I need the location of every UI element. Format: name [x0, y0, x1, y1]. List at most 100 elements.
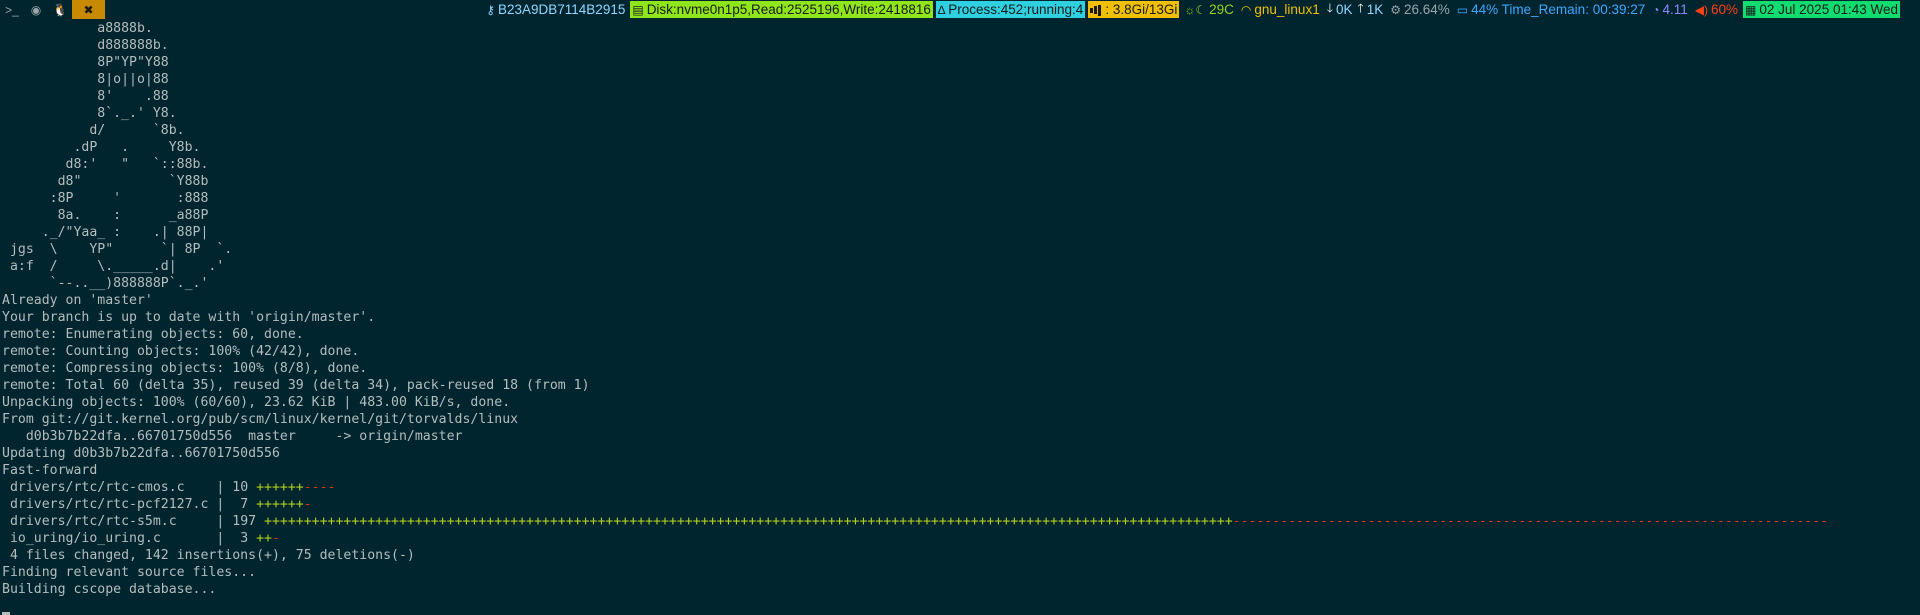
diffstat-insertions: ++++++++++++++++++++++++++++++++++++++++… — [264, 514, 1233, 529]
calendar-icon: ▦ — [1745, 2, 1757, 17]
ascii-art-line: d/ `8b. — [2, 123, 185, 138]
load-text: 4.11 — [1662, 2, 1688, 17]
output-line: remote: Counting objects: 100% (42/42), … — [2, 344, 360, 359]
battery-icon: ▭ — [1456, 2, 1469, 17]
diffstat-deletions: - — [303, 497, 312, 512]
diffstat-deletions: ----------------------------------------… — [1232, 514, 1829, 529]
output-line: Your branch is up to date with 'origin/m… — [2, 310, 376, 325]
output-line: Unpacking objects: 100% (60/60), 23.62 K… — [2, 395, 511, 410]
diffstat-file: drivers/rtc/rtc-s5m.c — [2, 514, 217, 529]
output-line: remote: Enumerating objects: 60, done. — [2, 327, 304, 342]
diffstat-deletions: - — [271, 531, 280, 546]
diffstat-file: drivers/rtc/rtc-cmos.c — [2, 480, 217, 495]
battery-text: 44% Time_Remain: 00:39:27 — [1471, 2, 1646, 17]
gauge-icon: ◔ — [1652, 2, 1660, 17]
diffstat-row: drivers/rtc/rtc-s5m.c | 197 ++++++++++++… — [2, 513, 1920, 530]
output-line: Updating d0b3b7b22dfa..66701750d556 — [2, 446, 280, 461]
ascii-art-line: :8P ' :888 — [2, 191, 209, 206]
upload-text: 1K — [1366, 2, 1384, 17]
diffstat-insertions: ++ — [256, 531, 272, 546]
diffstat-count: | 10 — [216, 480, 257, 495]
ascii-art-line: d888888b. — [2, 38, 169, 53]
ascii-art-line: 8`._.' Y8. — [2, 106, 177, 121]
ascii-art-line: .dP . Y8b. — [2, 140, 201, 155]
process-indicator: ∆ Process:452;running:4 — [935, 1, 1086, 18]
ascii-art-line: d8:' " `::88b. — [2, 157, 209, 172]
top-panel: >_ ◉ 🐧 ✖ ⚷ B23A9DB7114B2915 ▤ Disk:nvme0n1p… — [0, 0, 1920, 19]
cpu-indicator: ⚙ 26.64% — [1388, 1, 1452, 18]
process-text: Process:452;running:4 — [948, 2, 1084, 17]
ascii-art-line: `--..__)888888P`._.' — [2, 276, 209, 291]
wifi-text: gnu_linux1 — [1254, 2, 1320, 17]
ascii-art-line: a:f / \._____.d| .' — [2, 259, 225, 274]
output-line: 4 files changed, 142 insertions(+), 75 d… — [2, 548, 415, 563]
output-line: Finding relevant source files... — [2, 565, 257, 580]
workspace-terminal-icon[interactable]: >_ — [0, 0, 24, 19]
memory-indicator: : 3.8Gi/13Gi — [1088, 1, 1180, 18]
workspace-browser-icon[interactable]: ◉ — [24, 0, 48, 19]
volume-text: 60% — [1711, 2, 1739, 17]
wifi-icon: ◠ — [1240, 2, 1252, 17]
ascii-art-line: 8|o||o|88 — [2, 72, 169, 87]
bar-chart-icon — [1090, 3, 1102, 17]
gpg-key-indicator: ⚷ B23A9DB7114B2915 — [484, 1, 627, 18]
output-line: Already on 'master' — [2, 293, 153, 308]
upload-icon: 🡑 — [1357, 1, 1364, 15]
diffstat-insertions: ++++++ — [256, 497, 304, 512]
ascii-art-line: d8" `Y88b — [2, 174, 209, 189]
diffstat-count: | 7 — [216, 497, 257, 512]
diffstat-row: drivers/rtc/rtc-cmos.c | 10 ++++++---- — [2, 479, 1920, 496]
output-line: From git://git.kernel.org/pub/scm/linux/… — [2, 412, 519, 427]
terminal-icon: >_ — [5, 2, 19, 17]
workspace-linux-icon[interactable]: 🐧 — [48, 0, 72, 19]
prompt-line[interactable] — [2, 598, 1920, 615]
temperature-indicator: ☼☾ 29C — [1182, 1, 1236, 18]
disk-indicator: ▤ Disk:nvme0n1p5,Read:2525196,Write:2418… — [630, 1, 933, 18]
ascii-art-line: a8888b. — [2, 21, 153, 36]
ascii-art-line: 8P"YP"Y88 — [2, 55, 169, 70]
diffstat-row: io_uring/io_uring.c | 3 ++- — [2, 530, 1920, 547]
output-line: Building cscope database... — [2, 582, 217, 597]
date-indicator: ▦ 02 Jul 2025 01:43 Wed — [1743, 1, 1900, 18]
workspace-tools-icon[interactable]: ✖ — [72, 0, 105, 19]
memory-text: : 3.8Gi/13Gi — [1105, 2, 1178, 17]
disk-icon: ▤ — [632, 2, 644, 17]
output-line: d0b3b7b22dfa..66701750d556 master -> ori… — [2, 429, 463, 444]
diffstat-count: | 197 — [216, 514, 265, 529]
disk-text: Disk:nvme0n1p5,Read:2525196,Write:241881… — [646, 2, 931, 17]
cpu-text: 26.64% — [1404, 2, 1450, 17]
output-line: Fast-forward — [2, 463, 98, 478]
thermometer-icon: ☼☾ — [1184, 2, 1207, 17]
network-indicator: 🡓 0K 🡑 1K — [1325, 1, 1386, 18]
ascii-art-line: 8' .88 — [2, 89, 169, 104]
ascii-art-line: jgs \ YP" `| 8P `. — [2, 242, 233, 257]
status-area: ⚷ B23A9DB7114B2915 ▤ Disk:nvme0n1p5,Read… — [481, 0, 1920, 19]
volume-indicator: ◀) 60% — [1693, 1, 1740, 18]
cpu-icon: ⚙ — [1390, 2, 1401, 17]
ascii-art-line: ._/"Yaa_ : .| 88P| — [2, 225, 209, 240]
key-icon: ⚷ — [486, 2, 495, 17]
browser-icon: ◉ — [30, 2, 42, 17]
speaker-icon: ◀) — [1694, 2, 1709, 17]
terminal-output[interactable]: a8888b. d888888b. 8P"YP"Y88 8|o||o|88 8'… — [2, 20, 1920, 615]
diffstat-count: | 3 — [216, 531, 257, 546]
download-text: 0K — [1335, 2, 1353, 17]
diffstat-insertions: ++++++ — [256, 480, 304, 495]
battery-indicator: ▭ 44% Time_Remain: 00:39:27 — [1455, 1, 1647, 18]
tools-icon: ✖ — [83, 2, 94, 17]
temperature-text: 29C — [1209, 2, 1234, 17]
download-icon: 🡓 — [1326, 1, 1333, 15]
date-text: 02 Jul 2025 01:43 Wed — [1759, 2, 1898, 17]
diffstat-file: drivers/rtc/rtc-pcf2127.c — [2, 497, 217, 512]
output-line: remote: Total 60 (delta 35), reused 39 (… — [2, 378, 590, 393]
key-id: B23A9DB7114B2915 — [497, 2, 626, 17]
linux-icon: ∆ — [937, 2, 946, 17]
diffstat-file: io_uring/io_uring.c — [2, 531, 217, 546]
wifi-indicator: ◠ gnu_linux1 — [1239, 1, 1322, 18]
output-line: remote: Compressing objects: 100% (8/8),… — [2, 361, 368, 376]
workspace-switcher: >_ ◉ 🐧 ✖ — [0, 0, 105, 19]
load-indicator: ◔ 4.11 — [1650, 1, 1690, 18]
diffstat-row: drivers/rtc/rtc-pcf2127.c | 7 ++++++- — [2, 496, 1920, 513]
ascii-art-line: 8a. : _a88P — [2, 208, 209, 223]
linux-icon: 🐧 — [52, 2, 68, 17]
